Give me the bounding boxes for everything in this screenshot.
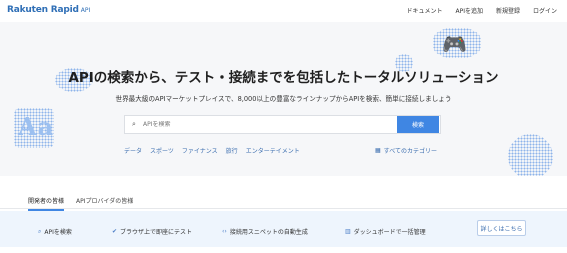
feature-label: 接続用スニペットの自動生成 [229, 229, 308, 236]
gamepad-icon: 🎮 [442, 32, 467, 56]
top-header: Rakuten Rapid API ドキュメント APIを追加 新規登録 ログイ… [0, 0, 567, 22]
category-links: データ スポーツ ファイナンス 旅行 エンターテイメント [124, 146, 300, 155]
grid-icon: ▦ [375, 147, 381, 154]
search-icon: ⌕ [132, 120, 136, 128]
feature-search: ⌕ APIを検索 [38, 227, 112, 237]
logo[interactable]: Rakuten Rapid API [7, 5, 90, 15]
feature-label: APIを検索 [44, 229, 72, 236]
check-icon: ✔ [112, 228, 118, 235]
hero-subtitle: 世界最大級のAPIマーケットプレイスで、8,000以上の豊富なラインナップからA… [115, 95, 452, 103]
search-input[interactable] [143, 121, 397, 128]
learn-more-button[interactable]: 詳しくはこちら [477, 220, 526, 236]
feature-dashboard: ▥ ダッシュボードで一括管理 [345, 227, 469, 236]
feature-label: ダッシュボードで一括管理 [353, 229, 426, 236]
logo-subtext: API [80, 7, 91, 14]
all-categories-label: すべてのカテゴリー [383, 148, 438, 155]
hero-title: APIの検索から、テスト・接続までを包括したトータルソリューション [68, 70, 499, 86]
search-button[interactable]: 検索 [397, 116, 439, 133]
top-nav: ドキュメント APIを追加 新規登録 ログイン [406, 6, 557, 15]
code-icon: ‹› [222, 228, 227, 235]
nav-login-link[interactable]: ログイン [533, 6, 557, 15]
feature-label: ブラウザ上で即座にテスト [120, 229, 193, 236]
nav-signup-link[interactable]: 新規登録 [496, 6, 520, 15]
search-icon: ⌕ [38, 227, 42, 235]
feature-list: ⌕ APIを検索 ✔ ブラウザ上で即座にテスト ‹› 接続用スニペットの自動生成… [38, 227, 469, 237]
logo-text: Rakuten Rapid [7, 5, 79, 15]
all-categories-link[interactable]: ▦ すべてのカテゴリー [375, 146, 437, 155]
category-link-finance[interactable]: ファイナンス [182, 146, 218, 155]
category-link-travel[interactable]: 旅行 [226, 146, 238, 155]
search-bar: ⌕ 検索 [124, 115, 441, 134]
feature-test: ✔ ブラウザ上で即座にテスト [112, 227, 222, 236]
chart-icon: ▥ [345, 228, 351, 235]
nav-add-api-link[interactable]: APIを追加 [455, 6, 483, 15]
category-link-entertainment[interactable]: エンターテイメント [246, 146, 300, 155]
decor-dots [508, 134, 553, 176]
tab-divider [0, 208, 567, 209]
aa-decor-icon: Aa [18, 112, 55, 141]
feature-snippet: ‹› 接続用スニペットの自動生成 [222, 227, 345, 236]
nav-docs-link[interactable]: ドキュメント [406, 6, 442, 15]
category-link-data[interactable]: データ [124, 146, 142, 155]
hero-section: Aa 🎮 APIの検索から、テスト・接続までを包括したトータルソリューション 世… [0, 22, 567, 176]
category-link-sports[interactable]: スポーツ [150, 146, 174, 155]
